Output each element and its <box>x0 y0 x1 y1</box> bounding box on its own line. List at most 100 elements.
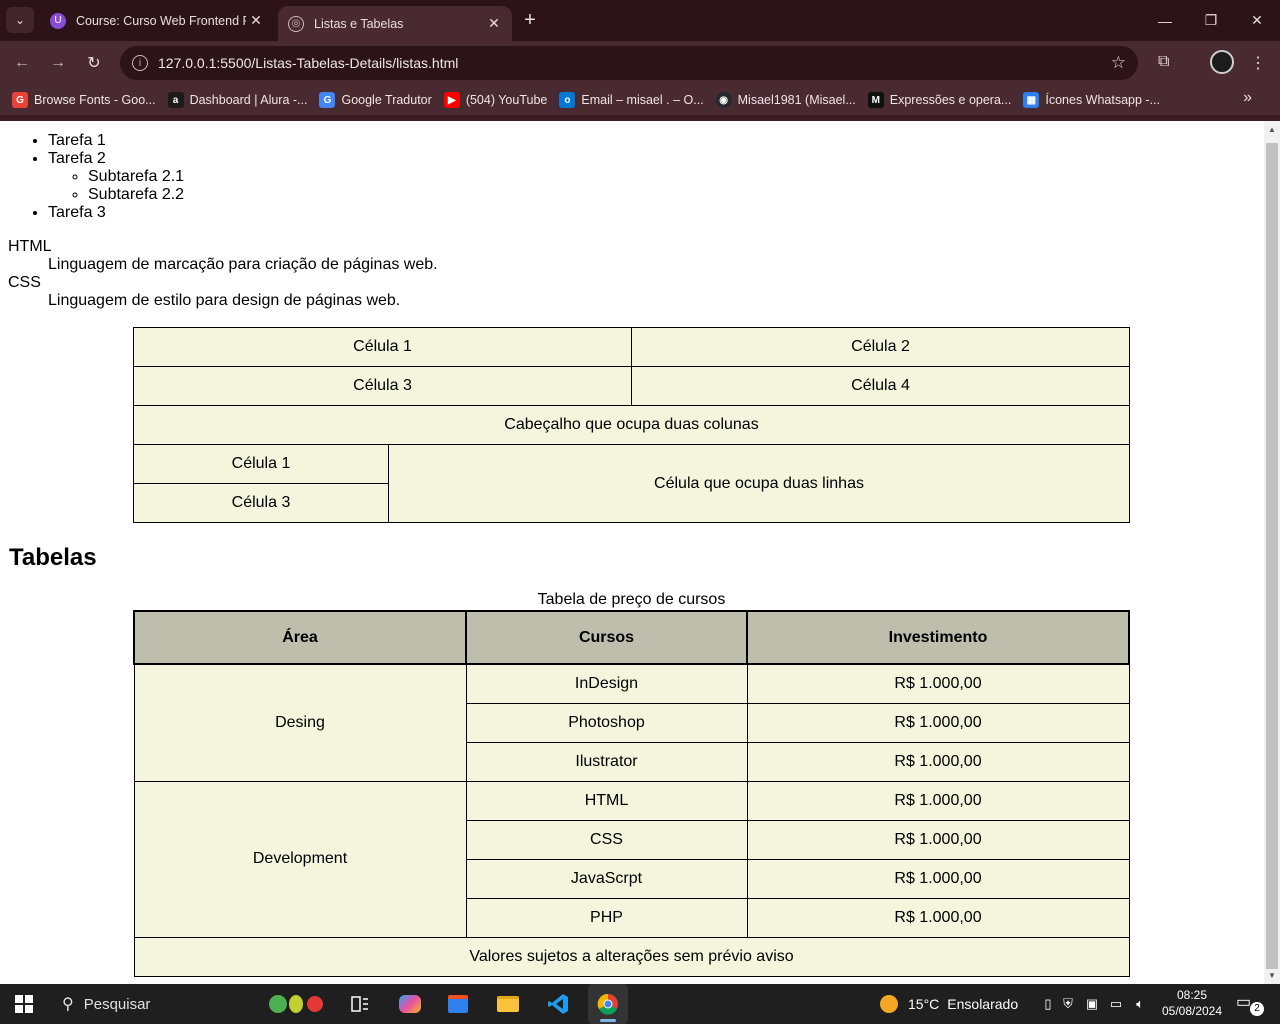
task-list: Tarefa 1 Tarefa 2 Subtarefa 2.1 Subtaref… <box>48 132 184 222</box>
vscode-icon[interactable] <box>538 984 578 1024</box>
chat-bubble-icon: ▭ <box>1236 994 1252 1011</box>
phone-icon[interactable]: ▯ <box>1040 996 1056 1012</box>
minimize-button[interactable]: — <box>1142 0 1188 41</box>
price-cell: R$ 1.000,00 <box>746 741 1130 782</box>
close-icon[interactable]: ✕ <box>246 12 266 29</box>
bookmark-item[interactable]: G Google Tradutor <box>319 92 432 108</box>
new-tab-button[interactable]: + <box>518 9 542 33</box>
search-icon: ⚲ <box>62 996 74 1013</box>
network-icon[interactable]: ▭ <box>1104 996 1128 1012</box>
task-view-icon[interactable] <box>340 984 380 1024</box>
tab-listas-e-tabelas[interactable]: ◎ Listas e Tabelas ✕ <box>278 6 512 41</box>
extensions-icon[interactable]: ⧉ <box>1158 53 1169 71</box>
colspan-header-cell: Cabeçalho que ocupa duas colunas <box>133 405 1130 445</box>
scroll-up-icon[interactable]: ▲ <box>1268 125 1276 134</box>
footer-cell: Valores sujetos a alterações sem prévio … <box>133 936 1130 977</box>
table-row: Célula 1 Célula 2 <box>133 327 1130 367</box>
sun-icon <box>880 995 898 1013</box>
table-cell: Célula 1 <box>133 327 632 367</box>
list-item: Tarefa 1 <box>48 132 184 150</box>
forward-button[interactable]: → <box>44 49 72 77</box>
weather-desc: Ensolarado <box>947 996 1019 1012</box>
list-item-label: Tarefa 2 <box>48 150 106 167</box>
course-cell: HTML <box>465 780 748 821</box>
page-scrollbar[interactable]: ▲ ▼ <box>1264 121 1280 984</box>
course-cell: JavaScrpt <box>465 858 748 899</box>
price-cell: R$ 1.000,00 <box>746 897 1130 938</box>
close-icon[interactable]: ✕ <box>484 15 504 32</box>
bookmark-label: Email – misael . – O... <box>581 93 704 107</box>
table-footer-row: Valores sujetos a alterações sem prévio … <box>133 936 1130 977</box>
list-item: Tarefa 2 Subtarefa 2.1 Subtarefa 2.2 <box>48 150 184 204</box>
windows-start-icon[interactable] <box>4 984 44 1024</box>
notification-count: 2 <box>1250 1002 1264 1016</box>
scroll-down-icon[interactable]: ▼ <box>1268 971 1276 980</box>
table-row: Desing InDesign R$ 1.000,00 <box>133 663 1130 782</box>
bookmark-item[interactable]: ▦ Ícones Whatsapp -... <box>1023 92 1160 108</box>
definition-desc: Linguagem de estilo para design de págin… <box>48 292 401 309</box>
chrome-icon[interactable] <box>588 984 628 1024</box>
bookmark-label: Dashboard | Alura -... <box>189 93 308 107</box>
bookmark-item[interactable]: M Expressões e opera... <box>867 92 1011 108</box>
search-placeholder: Pesquisar <box>83 995 151 1013</box>
clock-date: 05/08/2024 <box>1161 1004 1223 1018</box>
bookmark-label: Ícones Whatsapp -... <box>1045 93 1160 107</box>
table-cell: Célula 4 <box>631 366 1130 406</box>
weather-widget[interactable]: 15°C Ensolarado <box>880 984 1018 1024</box>
notification-center-icon[interactable]: ▭ 2 <box>1236 992 1264 1016</box>
page-viewport: Tarefa 1 Tarefa 2 Subtarefa 2.1 Subtaref… <box>0 121 1264 984</box>
definition-desc: Linguagem de marcação para criação de pá… <box>48 256 438 273</box>
browser-toolbar: ← → ↻ i 127.0.0.1:5500/Listas-Tabelas-De… <box>0 41 1280 85</box>
area-cell: Desing <box>133 663 467 782</box>
windows-taskbar: ⚲ Pesquisar 15°C Ensolarado ▯ ⛨ ▣ ▭ 🔈︎ 0… <box>0 984 1280 1024</box>
youtube-icon: ▶ <box>443 92 460 108</box>
price-cell: R$ 1.000,00 <box>746 702 1130 743</box>
table-cell: Célula 3 <box>133 366 632 406</box>
active-app-indicator <box>600 1019 616 1022</box>
list-item: Tarefa 3 <box>48 204 184 222</box>
site-info-icon[interactable]: i <box>132 55 148 71</box>
file-explorer-icon[interactable] <box>488 984 528 1024</box>
close-window-button[interactable]: ✕ <box>1234 0 1280 41</box>
taskbar-clock[interactable]: 08:25 05/08/2024 <box>1158 987 1226 1019</box>
google-fonts-icon: G <box>12 92 28 108</box>
list-item: Subtarefa 2.1 <box>88 168 184 186</box>
column-header-investimento: Investimento <box>746 610 1130 665</box>
microsoft-store-icon[interactable] <box>438 984 478 1024</box>
more-bookmarks-icon[interactable]: » <box>1243 89 1252 107</box>
bookmark-item[interactable]: ◉ Misael1981 (Misael... <box>715 92 856 108</box>
icons-site-icon: ▦ <box>1023 92 1040 108</box>
bookmark-item[interactable]: a Dashboard | Alura -... <box>167 92 308 108</box>
tab-search-button[interactable]: ⌄ <box>6 7 34 33</box>
bookmark-star-icon[interactable]: ☆ <box>1111 53 1126 73</box>
course-cell: PHP <box>465 897 748 938</box>
veggies-widget-icon[interactable] <box>256 984 336 1024</box>
copilot-icon[interactable] <box>390 984 430 1024</box>
reload-button[interactable]: ↻ <box>80 49 108 77</box>
tab-course[interactable]: U Course: Curso Web Frontend Fu ✕ <box>40 0 274 41</box>
weather-temp: 15°C <box>908 996 940 1012</box>
profile-avatar[interactable] <box>1210 50 1234 74</box>
menu-icon[interactable]: ⋮ <box>1250 53 1266 73</box>
shield-icon[interactable]: ⛨ <box>1056 996 1080 1012</box>
definition-term: HTML <box>8 238 52 255</box>
restore-button[interactable]: ❐ <box>1188 0 1234 41</box>
bookmark-item[interactable]: G Browse Fonts - Goo... <box>12 92 156 108</box>
price-table: Área Cursos Investimento Desing InDesign… <box>133 610 1130 977</box>
udemy-icon: U <box>50 12 66 29</box>
price-cell: R$ 1.000,00 <box>746 780 1130 821</box>
table-header-row: Área Cursos Investimento <box>133 610 1130 665</box>
scrollbar-thumb[interactable] <box>1266 143 1278 969</box>
volume-icon[interactable]: 🔈︎ <box>1128 996 1152 1012</box>
address-bar[interactable]: i 127.0.0.1:5500/Listas-Tabelas-Details/… <box>120 46 1138 80</box>
bookmark-label: Misael1981 (Misael... <box>737 93 856 107</box>
meet-icon[interactable]: ▣ <box>1080 996 1104 1012</box>
table-cell: Célula 3 <box>133 483 389 523</box>
course-cell: Ilustrator <box>465 741 748 782</box>
area-cell: Development <box>133 780 467 938</box>
back-button[interactable]: ← <box>8 49 36 77</box>
alura-icon: a <box>167 92 184 108</box>
bookmark-item[interactable]: ▶ (504) YouTube <box>443 92 547 108</box>
globe-icon: ◎ <box>288 15 304 32</box>
bookmark-item[interactable]: o Email – misael . – O... <box>559 92 704 108</box>
